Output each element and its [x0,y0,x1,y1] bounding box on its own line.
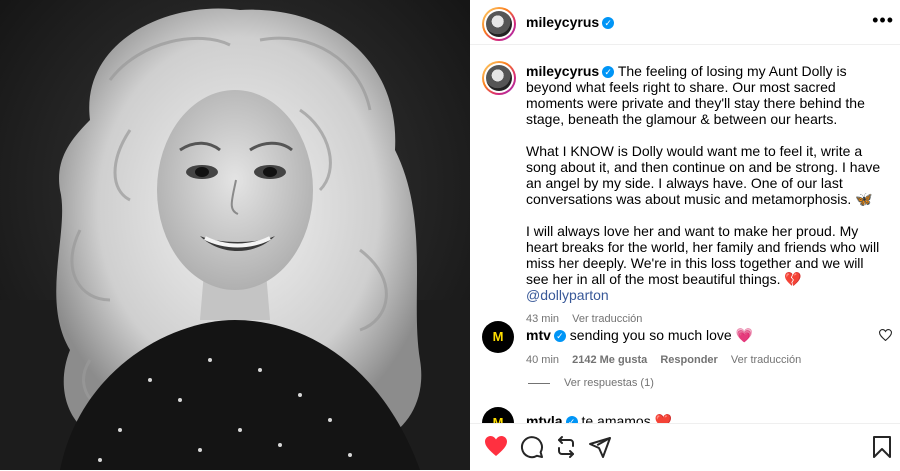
post-panel: mileycyrus ✓ ••• mileycyrus ✓ The feeling … [470,0,900,471]
comment-like-icon[interactable] [878,329,893,344]
mention-link[interactable]: @dollyparton [526,287,609,303]
verified-badge-icon: ✓ [553,330,566,343]
caption-paragraph: What I KNOW is Dolly would want me to fe… [526,143,881,207]
post-caption: mileycyrus ✓ The feeling of losing my Aun… [526,63,886,327]
commenter-avatar[interactable]: M [482,407,514,423]
send-icon[interactable] [588,435,612,464]
caption-username[interactable]: mileycyrus [526,63,599,79]
comment-item: M mtv ✓ sending you so much love 💗 40 min… [482,321,893,381]
commenter-username[interactable]: mtvla [526,413,563,423]
verified-badge-icon: ✓ [602,66,615,79]
comment-time[interactable]: 40 min [526,354,559,366]
comment-text: te amamos ❤️ [581,413,673,423]
verified-badge-icon: ✓ [565,416,578,423]
more-options-icon[interactable]: ••• [872,10,894,31]
photo-image [0,0,470,470]
bookmark-icon[interactable] [872,435,892,464]
comment-item: M mtvla ✓ te amamos ❤️ [482,407,892,423]
verified-badge-icon: ✓ [602,16,615,29]
view-replies-label: Ver respuestas (1) [564,377,654,389]
comment-icon[interactable] [520,435,544,464]
commenter-username[interactable]: mtv [526,327,551,343]
action-bar [470,423,900,471]
replies-divider [528,382,550,384]
like-icon[interactable] [484,435,508,462]
author-username[interactable]: mileycyrus [526,14,599,30]
comment-text: sending you so much love 💗 [569,327,753,343]
post-header: mileycyrus ✓ ••• [470,0,900,45]
comments-scroll-area[interactable]: mileycyrus ✓ The feeling of losing my Aun… [470,45,900,423]
comment-likes[interactable]: 2142 Me gusta [572,354,647,366]
post-photo[interactable] [0,0,470,470]
author-avatar[interactable] [482,7,516,41]
caption-paragraph: I will always love her and want to make … [526,223,880,287]
caption-author-avatar[interactable] [482,61,516,95]
repost-icon[interactable] [554,435,578,464]
reply-button[interactable]: Responder [660,354,717,366]
commenter-avatar[interactable]: M [482,321,514,353]
comment-translate-link[interactable]: Ver traducción [731,354,801,366]
view-replies-button[interactable]: Ver respuestas (1) [528,377,654,389]
comment-meta: 40 min 2142 Me gusta Responder Ver tradu… [526,354,866,366]
